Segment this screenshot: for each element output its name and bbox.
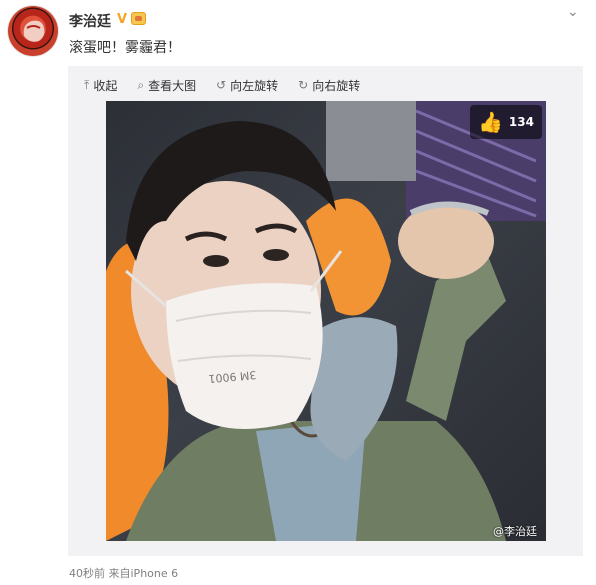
- view-large-label: 查看大图: [148, 78, 197, 93]
- username[interactable]: 李治廷: [69, 11, 111, 31]
- rotate-right-icon: ↻: [298, 78, 309, 92]
- rotate-left-label: 向左旋转: [230, 78, 279, 93]
- collapse-label: 收起: [93, 78, 118, 93]
- post-photo[interactable]: 3M 9001: [106, 101, 546, 541]
- photo-watermark: @李治廷: [493, 525, 537, 538]
- media-toolbar: ⤒ 收起 ⌕ 查看大图 ↺ 向左旋转 ↻ 向右旋转: [84, 77, 360, 93]
- view-large-button[interactable]: ⌕ 查看大图: [137, 77, 196, 93]
- like-button[interactable]: 👍 134: [470, 105, 542, 139]
- post-text: 滚蛋吧！雾霾君！: [69, 40, 181, 56]
- rotate-left-icon: ↺: [216, 78, 227, 92]
- post-meta: 40秒前 来自iPhone 6: [69, 565, 178, 581]
- magnifier-icon: ⌕: [137, 77, 145, 92]
- rotate-right-button[interactable]: ↻ 向右旋转: [298, 77, 360, 93]
- thumbs-up-icon: 👍: [478, 110, 503, 134]
- rotate-right-label: 向右旋转: [312, 78, 361, 93]
- chevron-down-icon[interactable]: ⌄: [567, 4, 579, 20]
- vip-icon[interactable]: [131, 12, 146, 25]
- post-source[interactable]: 来自iPhone 6: [109, 567, 179, 580]
- rotate-left-button[interactable]: ↺ 向左旋转: [216, 77, 278, 93]
- arrow-up-icon: ⤒: [84, 77, 90, 92]
- post-time[interactable]: 40秒前: [69, 567, 105, 580]
- collapse-button[interactable]: ⤒ 收起: [84, 77, 117, 93]
- avatar[interactable]: [8, 6, 58, 56]
- verified-badge-icon: V: [117, 12, 128, 27]
- like-count: 134: [508, 115, 534, 129]
